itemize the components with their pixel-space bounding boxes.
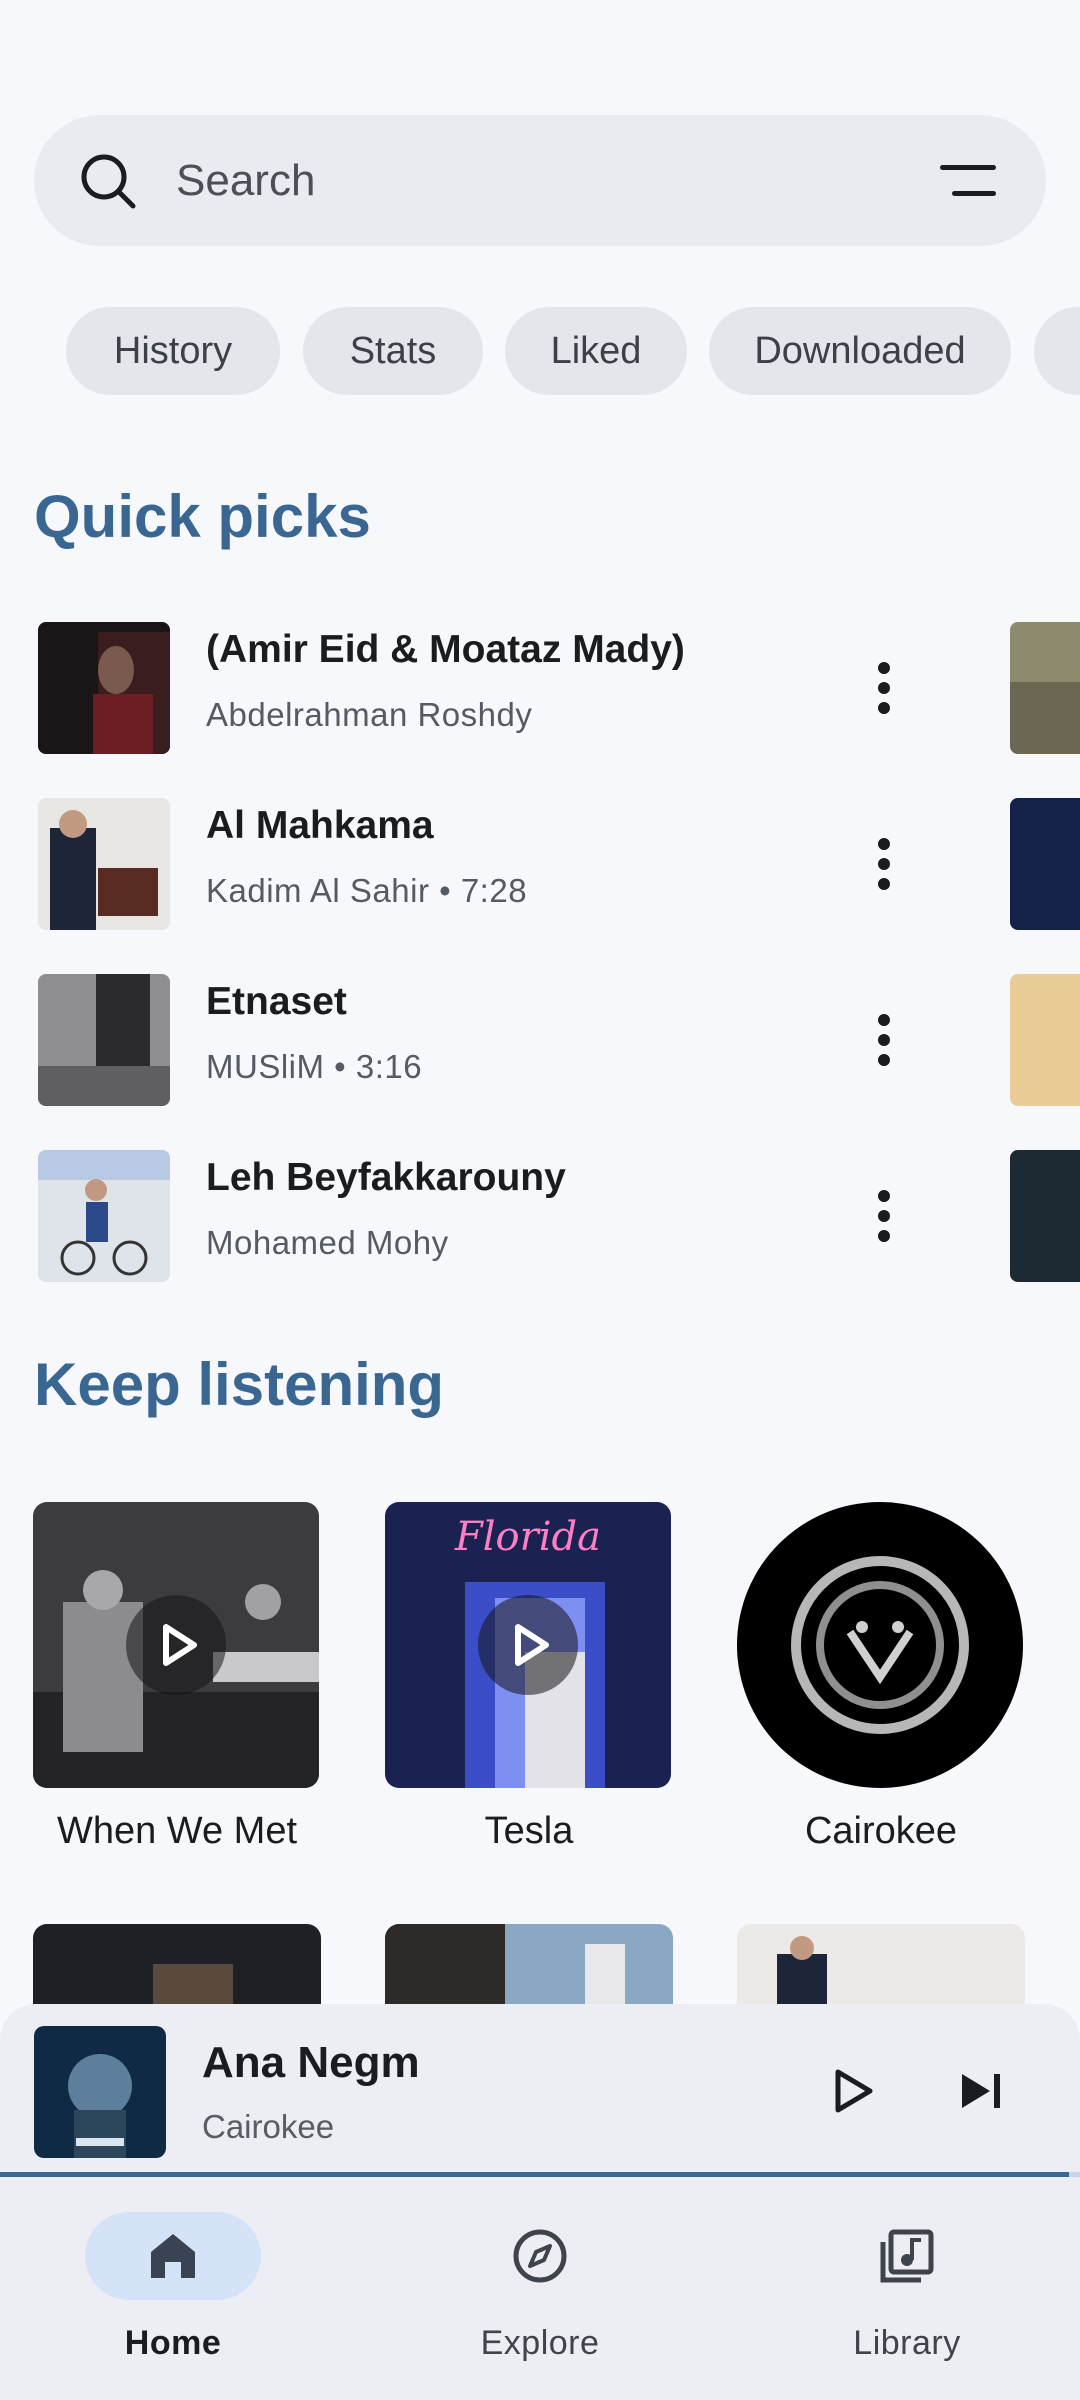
- chip-more[interactable]: [1034, 307, 1080, 395]
- filter-icon[interactable]: [940, 161, 1000, 201]
- playback-progress[interactable]: [0, 2172, 1080, 2177]
- album-art: [38, 622, 170, 754]
- compass-icon: [513, 2229, 567, 2283]
- album-card[interactable]: When We Met: [33, 1502, 321, 1853]
- album-art[interactable]: [1010, 974, 1080, 1106]
- more-options-icon[interactable]: [868, 834, 900, 894]
- more-options-icon[interactable]: [868, 1010, 900, 1070]
- nav-home-label: Home: [124, 2324, 222, 2362]
- album-art: [33, 1502, 319, 1788]
- album-art: [38, 798, 170, 930]
- list-item[interactable]: Etnaset MUSliM • 3:16: [0, 974, 1080, 1150]
- play-icon: [515, 1624, 549, 1666]
- home-icon: [151, 2234, 195, 2278]
- track-title: Al Mahkama: [206, 804, 434, 847]
- now-playing-title: Ana Negm: [202, 2038, 420, 2087]
- quick-picks-title: Quick picks: [34, 483, 371, 550]
- playback-progress-fill: [0, 2172, 1070, 2177]
- track-subtitle: Mohamed Mohy: [206, 1224, 449, 1261]
- track-subtitle: MUSliM • 3:16: [206, 1048, 423, 1085]
- play-overlay[interactable]: [478, 1595, 578, 1695]
- search-bar[interactable]: Search: [34, 115, 1046, 246]
- track-title: (Amir Eid & Moataz Mady): [206, 628, 685, 671]
- album-art: [38, 974, 170, 1106]
- nav-explore[interactable]: Explore: [419, 2212, 659, 2372]
- chip-history[interactable]: History: [66, 307, 280, 395]
- play-overlay[interactable]: [126, 1595, 226, 1695]
- track-title: Etnaset: [206, 980, 347, 1023]
- album-card[interactable]: [385, 1924, 673, 2004]
- album-card[interactable]: Florida Tesla: [385, 1502, 673, 1853]
- album-art[interactable]: [1010, 1150, 1080, 1282]
- mini-player[interactable]: Ana Negm Cairokee: [0, 2004, 1080, 2178]
- track-title: Leh Beyfakkarouny: [206, 1156, 566, 1199]
- bottom-nav: Home Explore Library: [0, 2178, 1080, 2400]
- list-item[interactable]: Leh Beyfakkarouny Mohamed Mohy: [0, 1150, 1080, 1326]
- artist-card[interactable]: Cairokee: [737, 1502, 1025, 1853]
- search-placeholder[interactable]: Search: [176, 115, 315, 246]
- now-playing-artist: Cairokee: [202, 2108, 335, 2145]
- album-card[interactable]: [33, 1924, 321, 2004]
- album-art[interactable]: [1010, 798, 1080, 930]
- nav-library-label: Library: [853, 2324, 961, 2362]
- album-title: When We Met: [56, 1810, 298, 1852]
- more-options-icon[interactable]: [868, 658, 900, 718]
- svg-text:Florida: Florida: [454, 1514, 601, 1560]
- search-icon: [81, 154, 136, 209]
- skip-next-icon[interactable]: [956, 2066, 1006, 2116]
- album-card[interactable]: [737, 1924, 1025, 2004]
- library-music-icon: [880, 2229, 934, 2283]
- artist-avatar: [737, 1502, 1023, 1788]
- nav-home[interactable]: Home: [52, 2212, 292, 2372]
- album-art: Florida: [385, 1502, 671, 1788]
- nav-library[interactable]: Library: [786, 2212, 1026, 2372]
- play-icon: [163, 1624, 197, 1666]
- album-art[interactable]: [1010, 622, 1080, 754]
- play-icon[interactable]: [826, 2066, 876, 2116]
- filter-chips: History Stats Liked Downloaded: [0, 307, 1080, 397]
- chip-liked[interactable]: Liked: [505, 307, 687, 395]
- list-item[interactable]: (Amir Eid & Moataz Mady) Abdelrahman Ros…: [0, 622, 1080, 798]
- chip-stats[interactable]: Stats: [303, 307, 483, 395]
- album-art: [34, 2026, 166, 2158]
- keep-listening-title: Keep listening: [34, 1351, 445, 1418]
- track-subtitle: Kadim Al Sahir • 7:28: [206, 872, 528, 909]
- chip-downloaded[interactable]: Downloaded: [709, 307, 1011, 395]
- album-art: [38, 1150, 170, 1282]
- track-subtitle: Abdelrahman Roshdy: [206, 696, 533, 733]
- nav-explore-label: Explore: [480, 2324, 600, 2362]
- more-options-icon[interactable]: [868, 1186, 900, 1246]
- album-title: Tesla: [484, 1810, 574, 1852]
- list-item[interactable]: Al Mahkama Kadim Al Sahir • 7:28: [0, 798, 1080, 974]
- artist-name: Cairokee: [804, 1810, 958, 1852]
